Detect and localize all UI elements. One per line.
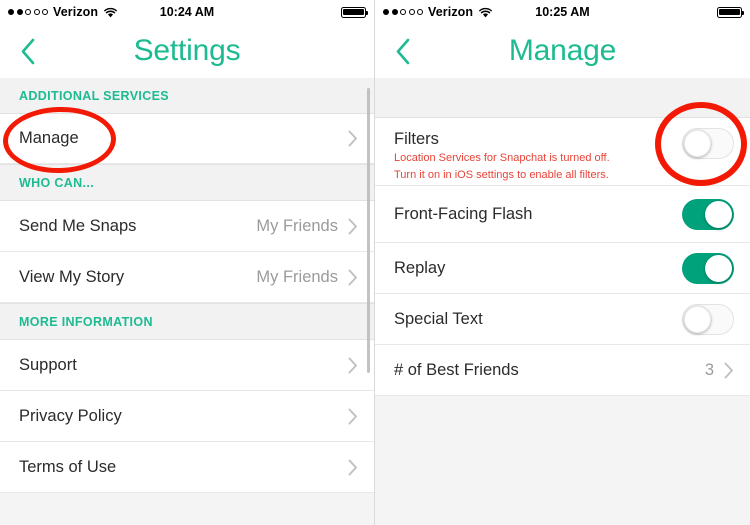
filters-warning-line-2: Turn it on in iOS settings to enable all… (394, 168, 609, 181)
list-item-terms-of-use[interactable]: Terms of Use (0, 442, 374, 493)
list-item-filters[interactable]: Filters Location Services for Snapchat i… (375, 118, 750, 186)
list-item-best-friends[interactable]: # of Best Friends 3 (375, 345, 750, 396)
vertical-scrollbar[interactable] (367, 88, 370, 373)
chevron-left-icon (395, 38, 411, 65)
chevron-right-icon (348, 357, 358, 374)
battery-full-icon (341, 6, 369, 18)
list-item-label: Terms of Use (19, 457, 117, 476)
toggle-filters[interactable] (682, 128, 734, 159)
list-item-label: Filters (394, 130, 439, 148)
list-item-privacy-policy[interactable]: Privacy Policy (0, 391, 374, 442)
settings-list[interactable]: ADDITIONAL SERVICES Manage WHO CAN... Se… (0, 78, 374, 525)
phone-screen-settings: Verizon 10:24 AM Settings ADDITIONAL SER… (0, 0, 375, 525)
list-item-replay[interactable]: Replay (375, 243, 750, 294)
list-item-label: # of Best Friends (394, 360, 519, 379)
chevron-right-icon (724, 362, 734, 379)
list-item-value: My Friends (256, 216, 338, 235)
list-item-value: 3 (704, 360, 714, 379)
list-top-spacer (375, 78, 750, 118)
list-item-value: My Friends (256, 267, 338, 286)
list-item-view-my-story[interactable]: View My Story My Friends (0, 252, 374, 303)
list-item-support[interactable]: Support (0, 340, 374, 391)
section-header-who-can: WHO CAN... (0, 164, 374, 201)
back-button-settings[interactable] (14, 36, 42, 66)
page-title-manage: Manage (508, 34, 617, 67)
list-item-label: Front-Facing Flash (394, 204, 533, 223)
page-title-settings: Settings (133, 34, 241, 67)
chevron-left-icon (20, 38, 36, 65)
list-item-send-me-snaps[interactable]: Send Me Snaps My Friends (0, 201, 374, 252)
list-item-label: Replay (394, 258, 446, 277)
toggle-replay[interactable] (682, 252, 734, 284)
list-item-label: Privacy Policy (19, 406, 122, 425)
list-item-special-text[interactable]: Special Text (375, 294, 750, 345)
status-bar-left: Verizon 10:24 AM (0, 0, 374, 24)
dual-phone-screenshot: Verizon 10:24 AM Settings ADDITIONAL SER… (0, 0, 750, 525)
filters-text-group: Filters Location Services for Snapchat i… (394, 128, 682, 182)
status-bar-right-group (341, 6, 369, 18)
section-header-additional-services: ADDITIONAL SERVICES (0, 78, 374, 114)
phone-screen-manage: Verizon 10:25 AM Manage Filters Location… (375, 0, 750, 525)
chevron-right-icon (348, 218, 358, 235)
chevron-right-icon (348, 459, 358, 476)
back-button-manage[interactable] (389, 36, 417, 66)
list-item-manage[interactable]: Manage (0, 114, 374, 164)
manage-list[interactable]: Filters Location Services for Snapchat i… (375, 78, 750, 525)
nav-bar-manage: Manage (375, 24, 750, 78)
list-item-label: Special Text (394, 309, 483, 328)
list-item-label: Send Me Snaps (19, 216, 137, 235)
list-item-label: Support (19, 355, 77, 374)
status-bar-clock: 10:24 AM (159, 5, 215, 19)
chevron-right-icon (348, 130, 358, 147)
status-bar-right: Verizon 10:25 AM (375, 0, 750, 24)
nav-bar-settings: Settings (0, 24, 374, 78)
chevron-right-icon (348, 408, 358, 425)
list-item-front-facing-flash[interactable]: Front-Facing Flash (375, 186, 750, 243)
status-bar-clock: 10:25 AM (535, 5, 590, 19)
battery-full-icon (717, 6, 745, 18)
status-bar-right-group (717, 6, 745, 18)
section-header-more-information: MORE INFORMATION (0, 303, 374, 340)
list-item-label: View My Story (19, 267, 125, 286)
filters-warning-line-1: Location Services for Snapchat is turned… (394, 152, 610, 164)
toggle-special-text[interactable] (682, 303, 734, 335)
chevron-right-icon (348, 269, 358, 286)
toggle-front-facing-flash[interactable] (682, 198, 734, 230)
list-item-label: Manage (19, 129, 79, 147)
